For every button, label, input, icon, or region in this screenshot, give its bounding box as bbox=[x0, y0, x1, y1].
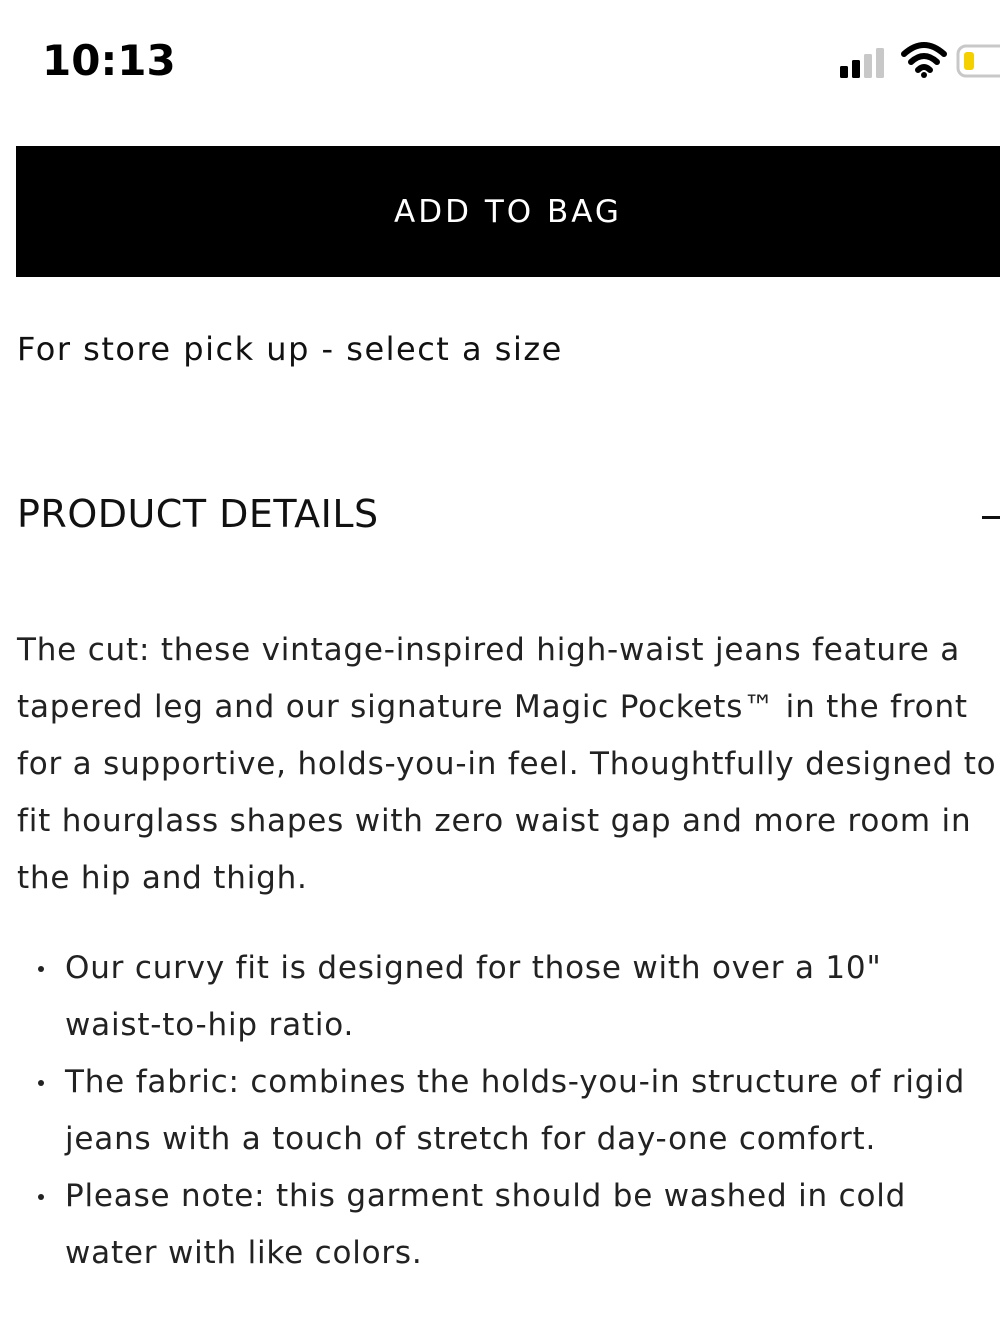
bullet-icon bbox=[38, 966, 44, 972]
list-item: The fabric: combines the holds-you-in st… bbox=[17, 1054, 977, 1168]
bullet-text: The fabric: combines the holds-you-in st… bbox=[65, 1064, 966, 1157]
bullet-icon bbox=[38, 1194, 44, 1200]
store-pickup-text[interactable]: For store pick up - select a size bbox=[17, 330, 563, 368]
list-item: Please note: this garment should be wash… bbox=[17, 1168, 977, 1282]
status-bar: 10:13 bbox=[0, 0, 1000, 128]
battery-low-icon bbox=[956, 44, 1000, 78]
bullet-text: Our curvy fit is designed for those with… bbox=[65, 950, 882, 1043]
product-details-header[interactable]: PRODUCT DETAILS bbox=[0, 480, 1000, 560]
list-item: Our curvy fit is designed for those with… bbox=[17, 940, 977, 1054]
status-time: 10:13 bbox=[42, 36, 176, 85]
bullet-text: Please note: this garment should be wash… bbox=[65, 1178, 907, 1271]
product-bullet-list: Our curvy fit is designed for those with… bbox=[17, 940, 977, 1282]
bullet-icon bbox=[38, 1080, 44, 1086]
product-description: The cut: these vintage-inspired high-wai… bbox=[17, 632, 997, 896]
wifi-icon bbox=[901, 42, 947, 78]
add-to-bag-button[interactable]: ADD TO BAG bbox=[16, 146, 1000, 277]
minus-collapse-icon[interactable] bbox=[982, 516, 1000, 519]
product-details-title: PRODUCT DETAILS bbox=[17, 492, 379, 536]
cellular-signal-icon bbox=[840, 48, 884, 78]
